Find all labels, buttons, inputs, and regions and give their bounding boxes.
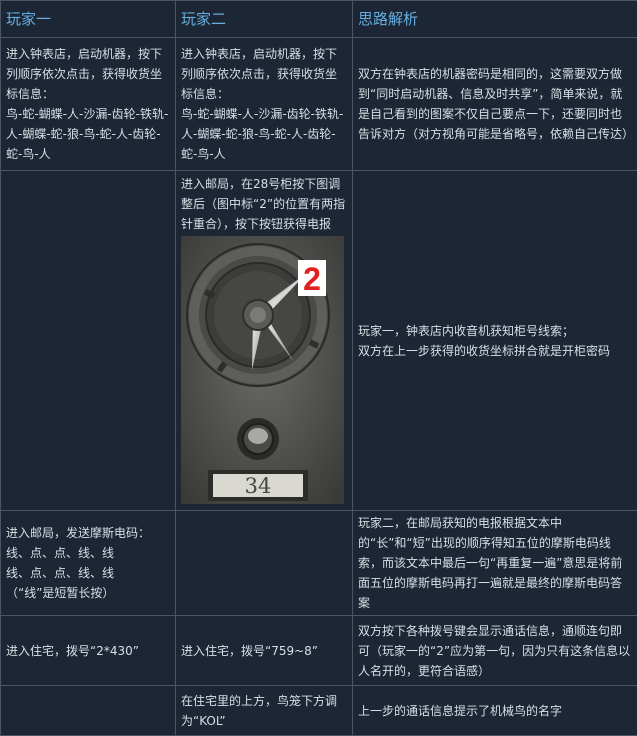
cell-text: （“线”是短暂长按） [6, 583, 170, 603]
cell-text: 在住宅里的上方，鸟笼下方调为“KOL” [181, 691, 347, 731]
cell-player-one: 进入邮局，发送摩斯电码： 线、点、点、线、线 线、点、点、线、线 （“线”是短暂… [1, 511, 176, 616]
cell-text: 双方按下各种拨号键会显示通话信息，通顺连句即可（玩家一的“2”应为第一句，因为只… [358, 621, 632, 681]
table-row: 进入住宅，拨号“2*430” 进入住宅，拨号“759~8” 双方按下各种拨号键会… [1, 616, 637, 686]
cell-text: 进入邮局，在28号柜按下图调整后（图中标“2”的位置有两指针重合），按下按钮获得… [181, 174, 347, 234]
cell-text: 线、点、点、线、线 [6, 543, 170, 563]
guide-table: 玩家一 玩家二 思路解析 进入钟表店，启动机器，按下列顺序依次点击，获得收货坐标… [0, 0, 637, 736]
table-row: 进入钟表店，启动机器，按下列顺序依次点击，获得收货坐标信息： 鸟-蛇-蝴蝶-人-… [1, 38, 637, 171]
cell-player-two: 进入钟表店，启动机器，按下列顺序依次点击，获得收货坐标信息： 鸟-蛇-蝴蝶-人-… [176, 38, 353, 171]
cell-text: 鸟-蛇-蝴蝶-人-沙漏-齿轮-铁轨-人-蝴蝶-蛇-狼-鸟-蛇-人-齿轮-蛇-鸟-… [181, 104, 347, 164]
dial-tick [205, 292, 214, 296]
cell-player-two: 在住宅里的上方，鸟笼下方调为“KOL” [176, 686, 353, 736]
table-header-row: 玩家一 玩家二 思路解析 [1, 1, 637, 38]
table-row: 进入邮局，在28号柜按下图调整后（图中标“2”的位置有两指针重合），按下按钮获得… [1, 171, 637, 511]
cell-text: 双方在上一步获得的收货坐标拼合就是开柜密码 [358, 341, 632, 361]
dial-marker-label: 2 [303, 261, 321, 297]
cell-analysis: 双方按下各种拨号键会显示通话信息，通顺连句即可（玩家一的“2”应为第一句，因为只… [353, 616, 637, 686]
cell-text: 进入住宅，拨号“759~8” [181, 641, 347, 661]
cell-text: 上一步的通话信息提示了机械鸟的名字 [358, 701, 632, 721]
cell-text: 鸟-蛇-蝴蝶-人-沙漏-齿轮-铁轨-人-蝴蝶-蛇-狼-鸟-蛇-人-齿轮-蛇-鸟-… [6, 104, 170, 164]
table-row: 在住宅里的上方，鸟笼下方调为“KOL” 上一步的通话信息提示了机械鸟的名字 [1, 686, 637, 736]
cell-player-two: 进入邮局，在28号柜按下图调整后（图中标“2”的位置有两指针重合），按下按钮获得… [176, 171, 353, 511]
cell-player-two [176, 511, 353, 616]
cell-analysis: 双方在钟表店的机器密码是相同的，这需要双方做到“同时启动机器、信息及时共享”，简… [353, 38, 637, 171]
cell-text: 玩家二，在邮局获知的电报根据文本中的“长”和“短”出现的顺序得知五位的摩斯电码线… [358, 513, 632, 613]
cell-player-one: 进入钟表店，启动机器，按下列顺序依次点击，获得收货坐标信息： 鸟-蛇-蝴蝶-人-… [1, 38, 176, 171]
cell-text: 进入邮局，发送摩斯电码： [6, 523, 170, 543]
dial-tick [310, 342, 318, 346]
header-player-two: 玩家二 [176, 1, 353, 38]
cell-text: 双方在钟表店的机器密码是相同的，这需要双方做到“同时启动机器、信息及时共享”，简… [358, 64, 632, 144]
locker-number-display: 34 [245, 474, 272, 498]
cell-text: 进入住宅，拨号“2*430” [6, 641, 170, 661]
cell-analysis: 玩家二，在邮局获知的电报根据文本中的“长”和“短”出现的顺序得知五位的摩斯电码线… [353, 511, 637, 616]
table-row: 进入邮局，发送摩斯电码： 线、点、点、线、线 线、点、点、线、线 （“线”是短暂… [1, 511, 637, 616]
cell-player-one [1, 171, 176, 511]
cell-analysis: 玩家一，钟表店内收音机获知柜号线索； 双方在上一步获得的收货坐标拼合就是开柜密码 [353, 171, 637, 511]
cell-player-two: 进入住宅，拨号“759~8” [176, 616, 353, 686]
cell-text: 线、点、点、线、线 [6, 563, 170, 583]
locker-dial-image: 2 34 [181, 236, 344, 504]
cell-analysis: 上一步的通话信息提示了机械鸟的名字 [353, 686, 637, 736]
header-analysis: 思路解析 [353, 1, 637, 38]
cell-text: 进入钟表店，启动机器，按下列顺序依次点击，获得收货坐标信息： [181, 44, 347, 104]
cell-player-one [1, 686, 176, 736]
cell-text: 玩家一，钟表店内收音机获知柜号线索； [358, 321, 632, 341]
cell-player-one: 进入住宅，拨号“2*430” [1, 616, 176, 686]
header-player-one: 玩家一 [1, 1, 176, 38]
cell-text: 进入钟表店，启动机器，按下列顺序依次点击，获得收货坐标信息： [6, 44, 170, 104]
